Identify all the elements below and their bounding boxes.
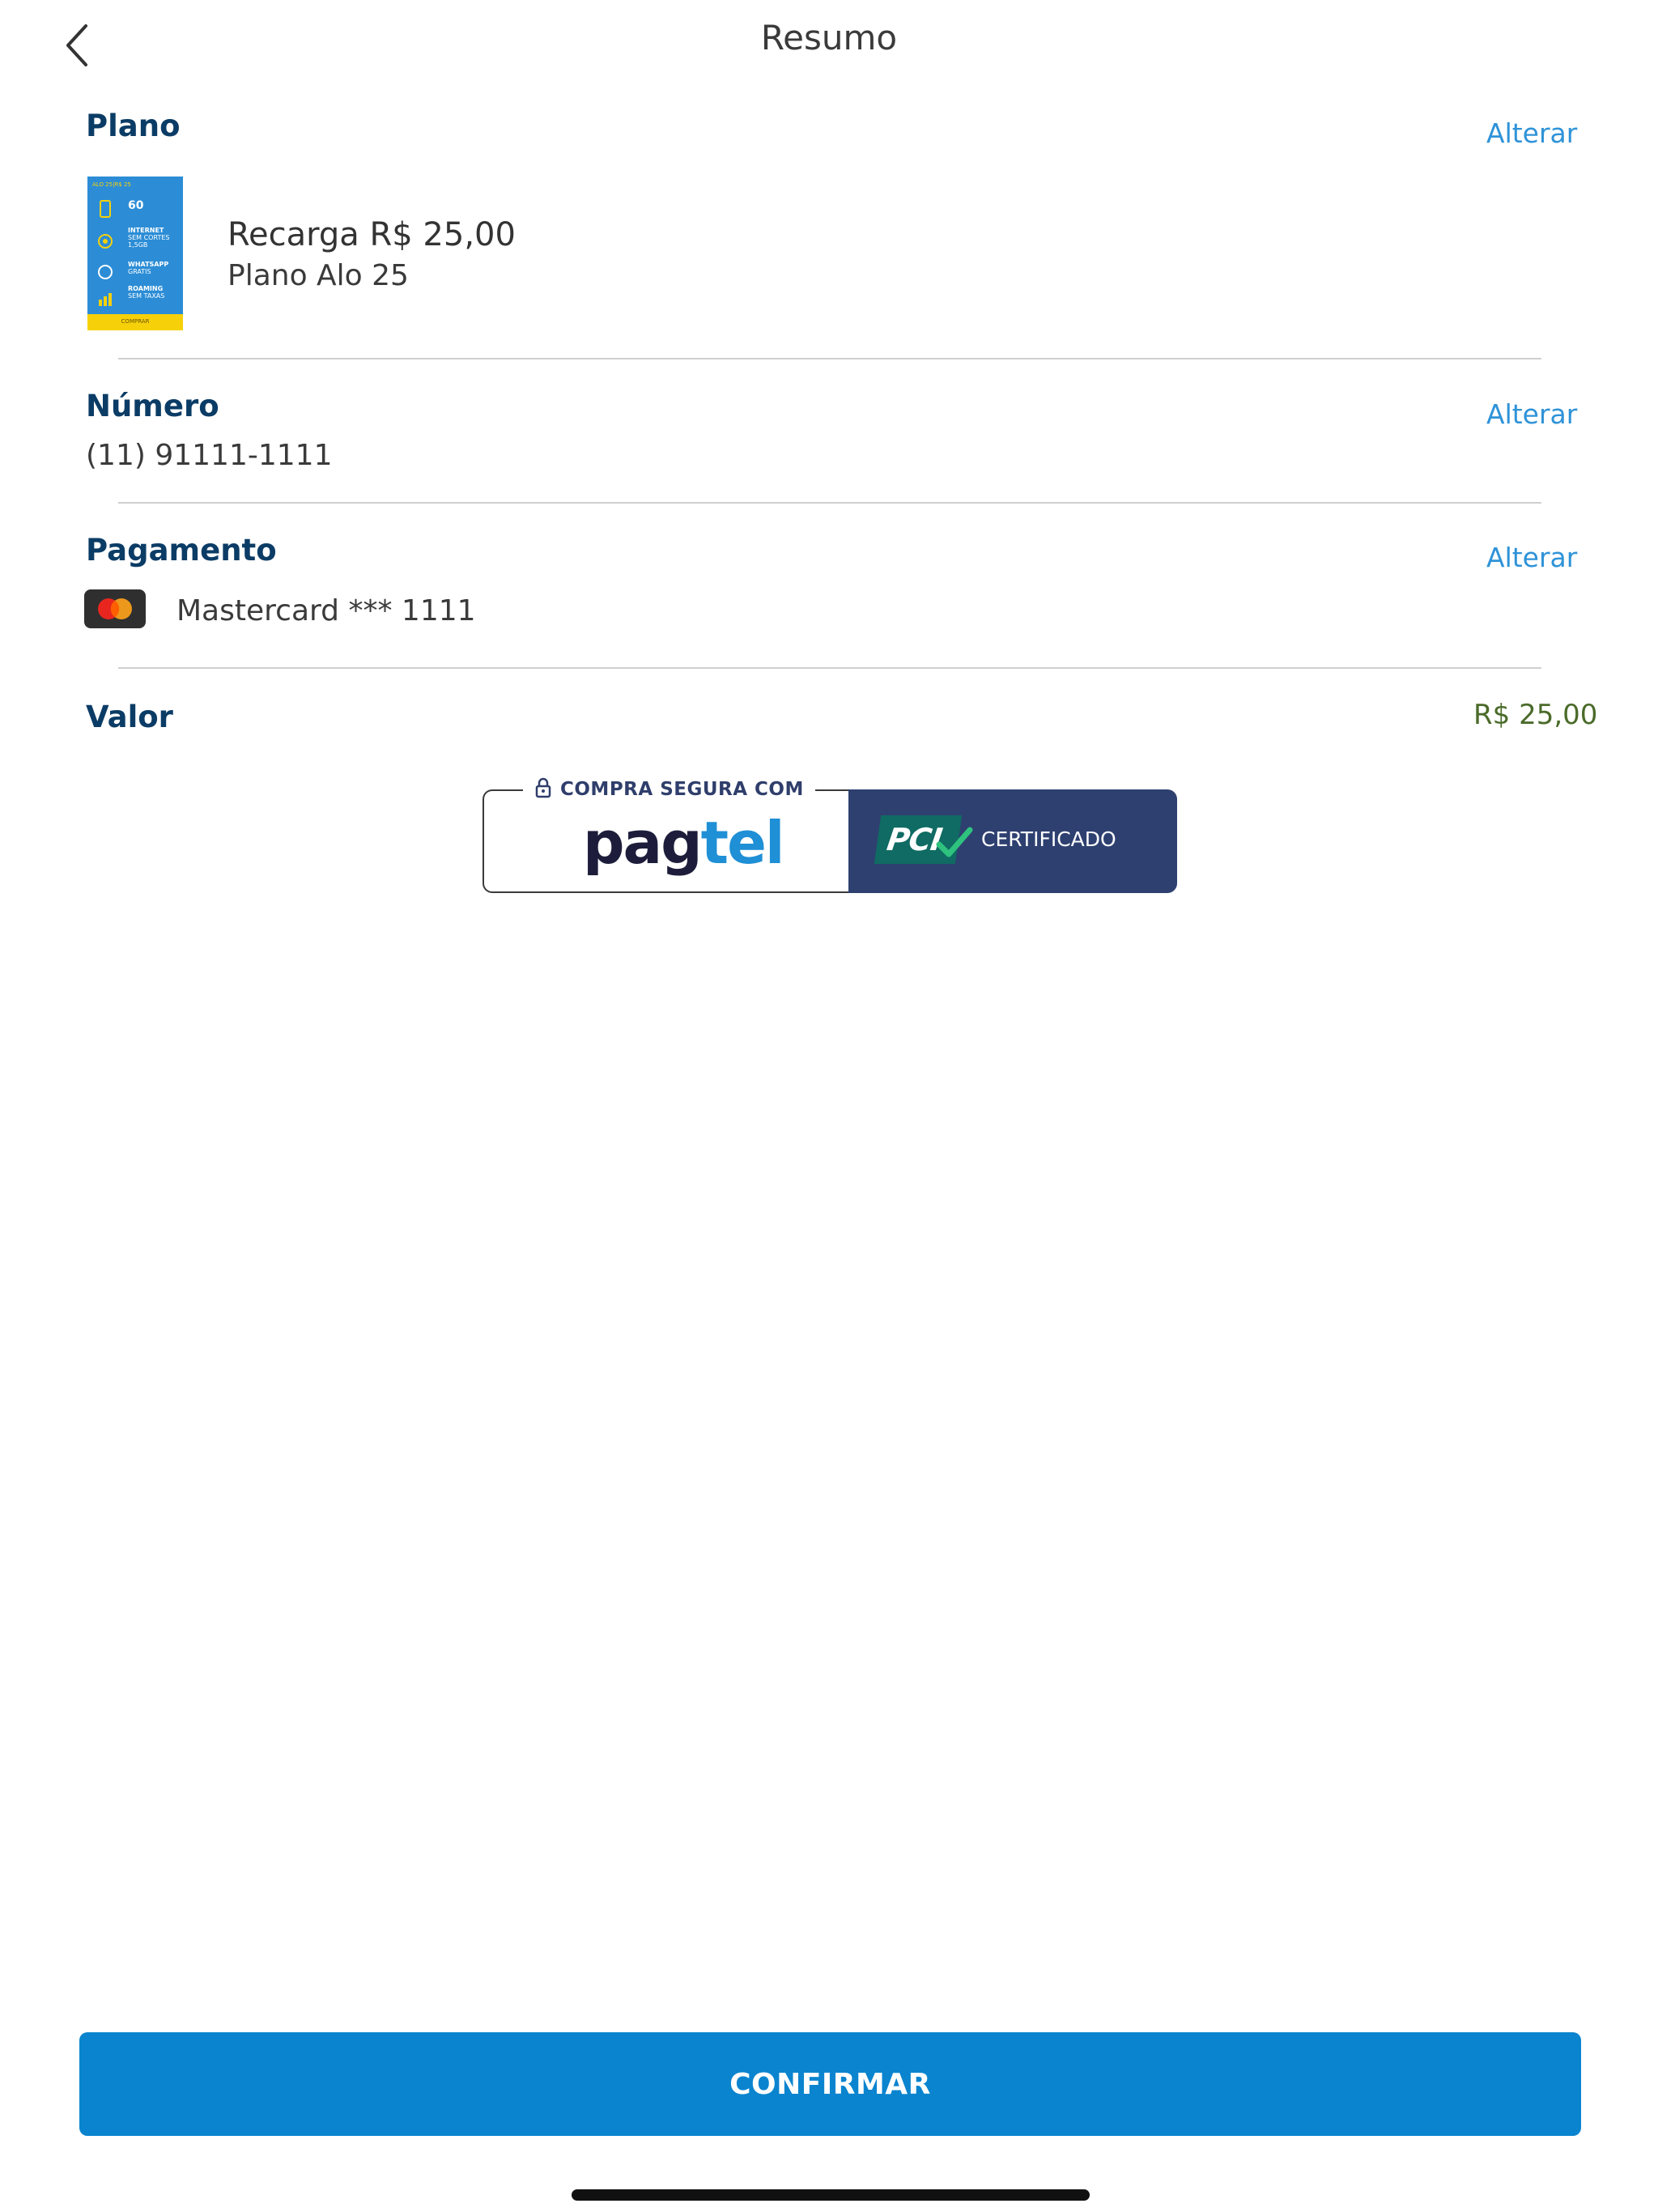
phone-number: (11) 91111-1111: [86, 439, 333, 472]
total-amount: R$ 25,00: [1473, 699, 1598, 731]
thumbnail-internet-amount: 1,5GB: [128, 241, 148, 249]
payment-alter-link[interactable]: Alterar: [1486, 538, 1577, 577]
badge-label: COMPRA SEGURA COM: [560, 779, 804, 800]
certified-label: CERTIFICADO: [981, 827, 1116, 851]
divider: [118, 358, 1541, 359]
divider: [118, 667, 1541, 669]
payment-section-title: Pagamento: [86, 533, 277, 568]
page-title: Resumo: [760, 18, 898, 57]
pagtel-logo: pagtel: [583, 809, 785, 877]
mastercard-icon: [84, 589, 146, 628]
thumbnail-minutes: 60: [128, 199, 144, 212]
plan-thumbnail: ALO 25|R$ 25 60 INTERNET SEM CORTES 1,5G…: [87, 177, 183, 330]
thumbnail-roaming: ROAMING: [128, 285, 164, 292]
number-alter-link[interactable]: Alterar: [1486, 395, 1577, 434]
lock-icon: [535, 777, 551, 798]
plan-alter-link[interactable]: Alterar: [1486, 114, 1577, 153]
thumbnail-feature-icons: [98, 200, 113, 306]
pagtel-logo-text: pagtel: [583, 809, 785, 877]
thumbnail-whatsapp: WHATSAPP: [128, 261, 169, 268]
plan-name: Recarga R$ 25,00: [227, 216, 516, 253]
plan-subtitle: Plano Alo 25: [227, 259, 409, 292]
check-icon: [936, 827, 973, 857]
thumbnail-header: ALO 25|R$ 25: [92, 181, 131, 188]
thumbnail-roaming-sub: SEM TAXAS: [128, 292, 165, 300]
number-section-title: Número: [86, 389, 219, 423]
plan-section-title: Plano: [86, 108, 181, 143]
thumbnail-cta-strip: COMPRAR: [87, 314, 183, 330]
thumbnail-internet: INTERNET: [128, 227, 164, 234]
confirm-button[interactable]: CONFIRMAR: [79, 2032, 1581, 2136]
home-indicator: [572, 2189, 1090, 2201]
divider: [118, 502, 1541, 504]
confirm-button-label: CONFIRMAR: [729, 2067, 931, 2101]
pci-certified-panel: PCI CERTIFICADO: [848, 789, 1177, 893]
thumbnail-cta: COMPRAR: [121, 318, 150, 325]
badge-label-group: COMPRA SEGURA COM: [523, 772, 815, 807]
thumbnail-internet-sub: SEM CORTES: [128, 234, 170, 241]
secure-purchase-badge: COMPRA SEGURA COM pagtel PCI CERTIFICADO: [483, 772, 1177, 893]
thumbnail-whatsapp-sub: GRATIS: [128, 268, 151, 275]
total-section-title: Valor: [86, 700, 173, 734]
card-label: Mastercard *** 1111: [176, 594, 476, 627]
